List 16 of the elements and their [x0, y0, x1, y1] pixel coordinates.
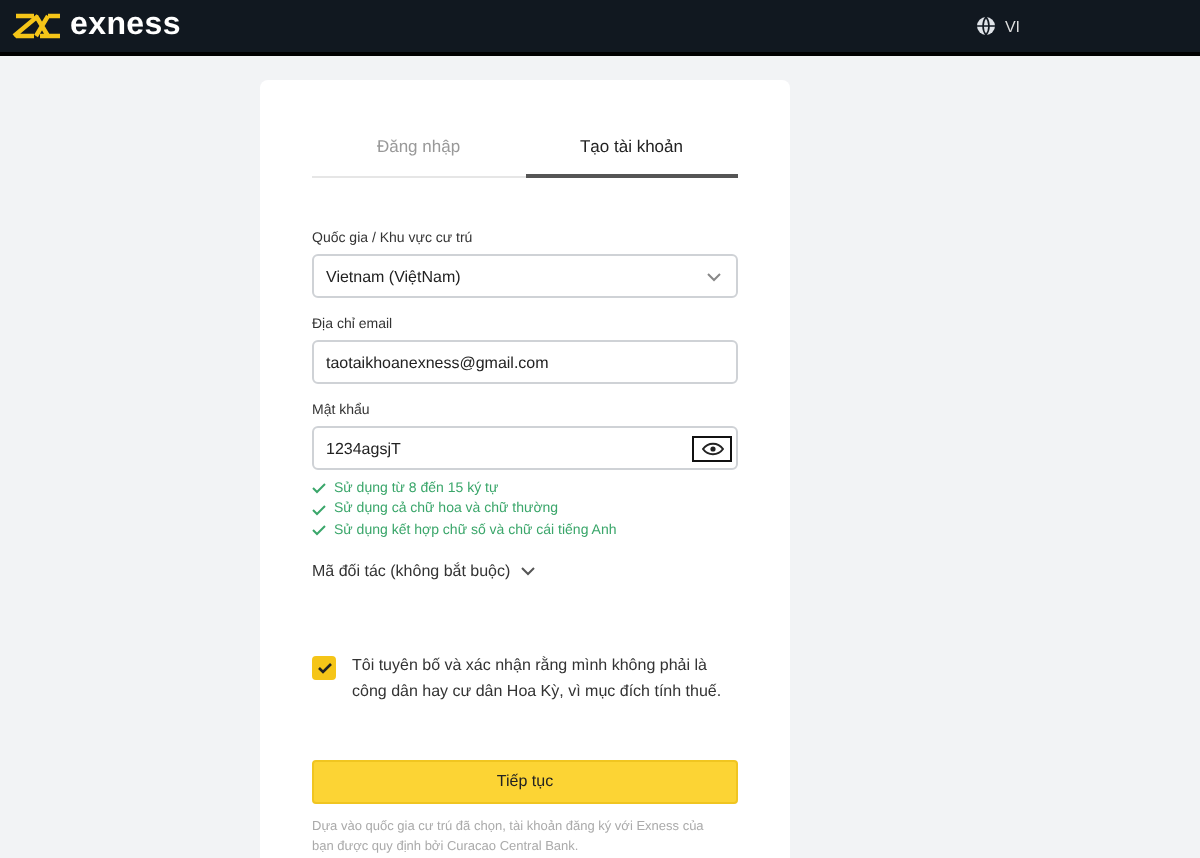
- language-button[interactable]: VI: [976, 16, 1020, 36]
- eye-icon: [701, 441, 723, 455]
- continue-button[interactable]: Tiếp tục: [312, 759, 738, 803]
- declaration-text: Tôi tuyên bố và xác nhận rằng mình không phải là công dân hay cư dân Hoa Kỳ, vì mục đích tính thuế.: [352, 653, 724, 703]
- globe-icon: [976, 16, 997, 36]
- form-tab[interactable]: Tạo tài khoản: [525, 128, 738, 178]
- chevron-down-icon: [706, 271, 722, 281]
- country-select[interactable]: Vietnam (ViệtNam): [312, 254, 738, 298]
- logo-icon: [12, 12, 64, 40]
- email-field[interactable]: taotaikhoanexness@gmail.com: [312, 340, 738, 384]
- password-field[interactable]: 1234agsjT: [312, 426, 738, 470]
- show-password-button[interactable]: [692, 435, 732, 461]
- checkbox[interactable]: [312, 655, 336, 679]
- partner-code-toggle[interactable]: Mã đối tác (không bắt buộc): [312, 561, 537, 579]
- logo-text: exness: [70, 8, 181, 44]
- check-icon: [317, 661, 331, 673]
